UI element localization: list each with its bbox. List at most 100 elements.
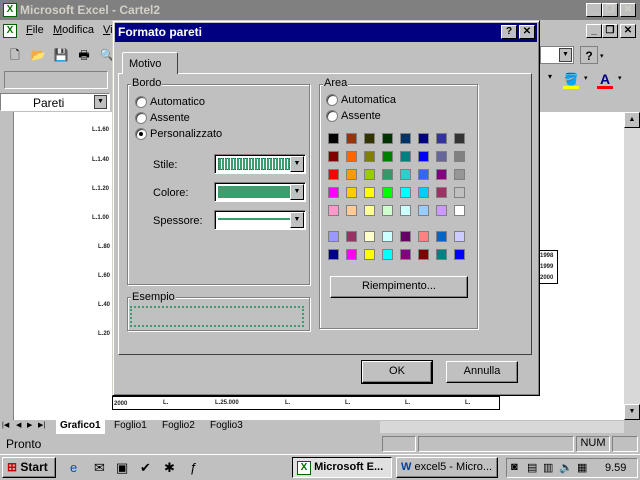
color-swatch[interactable]	[418, 187, 429, 198]
color-swatch[interactable]	[400, 133, 411, 144]
scroll-down-icon[interactable]: ▼	[624, 404, 640, 420]
font-combo[interactable]	[4, 71, 108, 89]
color-swatch[interactable]	[328, 187, 339, 198]
chart-object-dropdown-icon[interactable]: ▼	[94, 95, 107, 109]
border-custom-label[interactable]: Personalizzato	[150, 128, 222, 140]
volume-icon[interactable]: 🔈	[559, 461, 573, 474]
color-swatch[interactable]	[346, 249, 357, 260]
area-none-label[interactable]: Assente	[341, 110, 381, 122]
area-automatic-radio[interactable]	[326, 94, 338, 106]
color-swatch[interactable]	[364, 133, 375, 144]
channels-icon[interactable]: ✔	[140, 460, 151, 476]
area-none-radio[interactable]	[326, 110, 338, 122]
color-swatch[interactable]	[346, 133, 357, 144]
color-swatch[interactable]	[382, 249, 393, 260]
color-swatch[interactable]	[364, 151, 375, 162]
restore-button[interactable]: ❐	[602, 3, 618, 17]
border-none-radio[interactable]	[135, 112, 147, 124]
color-swatch[interactable]	[418, 249, 429, 260]
doc-minimize-button[interactable]: _	[586, 24, 602, 38]
sheet-tab-foglio3[interactable]: Foglio3	[206, 420, 247, 431]
tray-icon[interactable]: ▦	[577, 461, 587, 474]
color-swatch[interactable]	[454, 249, 465, 260]
save-icon[interactable]: 💾	[52, 46, 70, 64]
weight-combo[interactable]: ▼	[214, 210, 306, 230]
sheet-tab-grafico1[interactable]: Grafico1	[56, 420, 105, 434]
help-icon[interactable]: ?	[580, 46, 598, 64]
color-swatch[interactable]	[364, 205, 375, 216]
color-swatch[interactable]	[382, 187, 393, 198]
color-swatch[interactable]	[346, 231, 357, 242]
color-swatch[interactable]	[400, 169, 411, 180]
dialog-help-button[interactable]: ?	[501, 25, 517, 39]
tab-motivo[interactable]: Motivo	[122, 52, 178, 74]
border-none-label[interactable]: Assente	[150, 112, 190, 124]
workbook-icon[interactable]: X	[3, 24, 17, 38]
tab-scroll-next-icon[interactable]: ▶	[27, 421, 32, 429]
color-swatch[interactable]	[346, 151, 357, 162]
menu-file[interactable]: File	[26, 24, 44, 36]
scroll-up-icon[interactable]: ▲	[624, 112, 640, 128]
color-swatch[interactable]	[364, 231, 375, 242]
color-swatch[interactable]	[436, 231, 447, 242]
tray-icon[interactable]: ◙	[511, 461, 518, 473]
chart-legend[interactable]: 1998 1999 2000	[538, 250, 558, 284]
color-swatch[interactable]	[346, 169, 357, 180]
color-swatch[interactable]	[418, 151, 429, 162]
color-swatch[interactable]	[382, 205, 393, 216]
outlook-icon[interactable]: ✉	[94, 460, 105, 476]
color-swatch[interactable]	[382, 231, 393, 242]
tray-icon[interactable]: ▤	[527, 461, 537, 474]
color-combo[interactable]: ▼	[214, 182, 306, 202]
doc-restore-button[interactable]: ❐	[602, 24, 618, 38]
open-icon[interactable]: 📂	[29, 46, 47, 64]
app-icon[interactable]: ✱	[164, 460, 175, 476]
color-swatch[interactable]	[328, 133, 339, 144]
color-swatch[interactable]	[364, 249, 375, 260]
color-swatch[interactable]	[400, 205, 411, 216]
border-custom-radio[interactable]	[135, 128, 147, 140]
fill-effects-button[interactable]: Riempimento...	[330, 276, 468, 298]
color-swatch[interactable]	[436, 133, 447, 144]
color-swatch[interactable]	[436, 187, 447, 198]
color-swatch[interactable]	[436, 151, 447, 162]
color-swatch[interactable]	[454, 151, 465, 162]
color-swatch[interactable]	[418, 133, 429, 144]
menu-modifica[interactable]: Modifica	[53, 24, 94, 36]
color-swatch[interactable]	[436, 205, 447, 216]
font-color-dropdown-icon[interactable]: ▾	[618, 74, 622, 82]
color-swatch[interactable]	[382, 151, 393, 162]
color-swatch[interactable]	[328, 231, 339, 242]
color-swatch[interactable]	[418, 169, 429, 180]
color-swatch[interactable]	[400, 151, 411, 162]
color-swatch[interactable]	[346, 187, 357, 198]
color-swatch[interactable]	[454, 169, 465, 180]
clock[interactable]: 9.59	[605, 462, 626, 474]
color-swatch[interactable]	[418, 231, 429, 242]
style-combo[interactable]: ▼	[214, 154, 306, 174]
color-swatch[interactable]	[364, 169, 375, 180]
color-swatch[interactable]	[400, 231, 411, 242]
new-icon[interactable]: 🗋	[6, 46, 24, 64]
weight-dropdown-icon[interactable]: ▼	[290, 212, 304, 228]
color-swatch[interactable]	[454, 133, 465, 144]
zoom-dropdown-icon[interactable]: ▼	[559, 48, 572, 62]
area-automatic-label[interactable]: Automatica	[341, 94, 396, 106]
color-swatch[interactable]	[436, 169, 447, 180]
task-word[interactable]: W excel5 - Micro...	[396, 457, 498, 478]
color-swatch[interactable]	[436, 249, 447, 260]
sheet-tab-foglio1[interactable]: Foglio1	[110, 420, 151, 431]
color-swatch[interactable]	[328, 169, 339, 180]
close-button[interactable]: ✕	[620, 3, 636, 17]
color-swatch[interactable]	[418, 205, 429, 216]
fill-dropdown-icon[interactable]: ▾	[584, 74, 588, 82]
color-swatch[interactable]	[382, 133, 393, 144]
chart-object-combo[interactable]: Pareti ▼	[0, 93, 110, 111]
color-swatch[interactable]	[382, 169, 393, 180]
minimize-button[interactable]: _	[586, 3, 602, 17]
tray-icon[interactable]: ▥	[543, 461, 553, 474]
dialog-close-button[interactable]: ✕	[519, 25, 535, 39]
zoom-combo[interactable]: ▼	[540, 46, 574, 64]
color-swatch[interactable]	[328, 249, 339, 260]
print-icon[interactable]: 🖶	[75, 46, 93, 64]
